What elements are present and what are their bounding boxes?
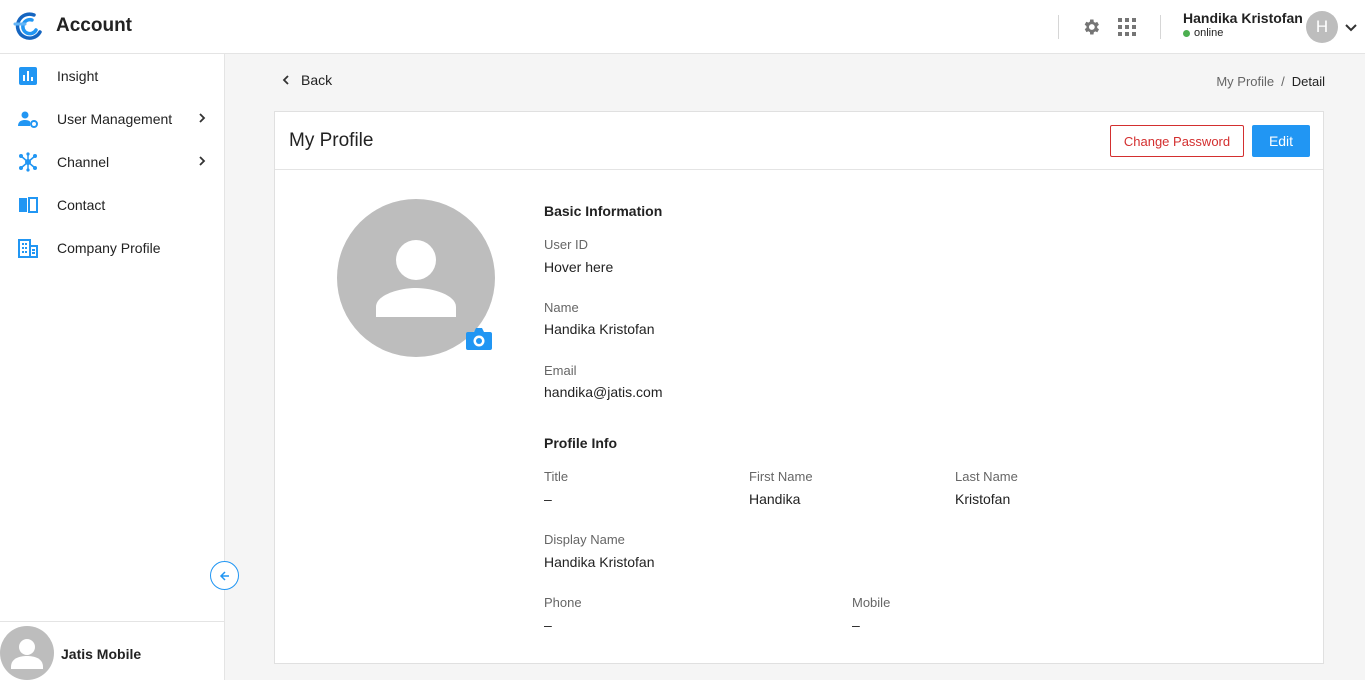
sidebar-item-contact[interactable]: Contact — [0, 183, 224, 226]
user-status: online — [1183, 27, 1223, 39]
display-name-label: Display Name — [544, 532, 625, 547]
collapse-sidebar-button[interactable] — [210, 561, 239, 590]
title-label: Title — [544, 469, 569, 484]
sidebar-item-insight[interactable]: Insight — [0, 54, 224, 97]
settings-gear-icon[interactable] — [1081, 17, 1101, 37]
user-id-value[interactable]: Hover here — [544, 259, 613, 275]
breadcrumb: My Profile / Detail — [1216, 74, 1325, 89]
sidebar-item-label: Insight — [57, 67, 99, 84]
hub-icon — [19, 152, 37, 172]
breadcrumb-item-detail: Detail — [1291, 74, 1325, 89]
card-header: My Profile Change Password Edit — [275, 112, 1323, 170]
display-name-value: Handika Kristofan — [544, 554, 655, 570]
sidebar-item-label: Contact — [57, 196, 106, 213]
first-name-label: First Name — [749, 469, 813, 484]
basic-information-heading: Basic Information — [544, 203, 663, 219]
last-name-label: Last Name — [955, 469, 1018, 484]
arrow-left-icon — [219, 570, 229, 581]
app-logo-icon — [13, 12, 42, 40]
org-name: Jatis Mobile — [61, 646, 142, 662]
last-name-value: Kristofan — [955, 491, 1011, 507]
building-icon — [18, 239, 38, 258]
user-id-label: User ID — [544, 237, 589, 252]
email-label: Email — [544, 363, 577, 378]
name-label: Name — [544, 300, 579, 315]
mobile-label: Mobile — [852, 595, 891, 610]
user-avatar[interactable]: H — [1306, 11, 1338, 43]
sidebar-item-channel[interactable]: Channel — [0, 140, 224, 183]
bar-chart-icon — [19, 67, 37, 85]
sidebar-item-company-profile[interactable]: Company Profile — [0, 226, 224, 269]
sidebar: Insight User Management Channel Contact — [0, 54, 225, 680]
phone-value: – — [544, 617, 552, 633]
camera-icon[interactable] — [465, 326, 493, 352]
change-password-button[interactable]: Change Password — [1110, 125, 1244, 157]
email-value: handika@jatis.com — [544, 384, 663, 400]
sidebar-item-label: Company Profile — [57, 239, 161, 256]
chevron-down-icon[interactable] — [1344, 20, 1358, 34]
person-icon — [11, 639, 43, 669]
breadcrumb-item-my-profile[interactable]: My Profile — [1216, 74, 1274, 89]
header-user-name[interactable]: Handika Kristofan — [1183, 10, 1303, 26]
mobile-value: – — [852, 617, 860, 633]
page-title: My Profile — [289, 130, 374, 151]
back-button[interactable]: Back — [281, 72, 332, 88]
name-value: Handika Kristofan — [544, 321, 655, 337]
chevron-right-icon — [199, 156, 206, 166]
profile-card: My Profile Change Password Edit Basic In… — [274, 111, 1324, 664]
user-status-label: online — [1194, 27, 1224, 39]
profile-info-heading: Profile Info — [544, 435, 618, 451]
edit-button[interactable]: Edit — [1252, 125, 1310, 157]
online-status-dot-icon — [1183, 29, 1190, 37]
app-title: Account — [56, 15, 132, 36]
phone-label: Phone — [544, 595, 582, 610]
sidebar-item-label: Channel — [57, 153, 110, 170]
apps-grid-icon[interactable] — [1118, 18, 1136, 36]
first-name-value: Handika — [749, 491, 801, 507]
top-header: Account Handika Kristofan online H — [0, 0, 1365, 54]
breadcrumb-separator: / — [1281, 74, 1285, 89]
org-avatar — [0, 626, 54, 680]
chevron-right-icon — [199, 113, 206, 123]
header-divider — [1160, 15, 1161, 39]
sidebar-item-label: User Management — [57, 110, 173, 127]
sidebar-item-user-management[interactable]: User Management — [0, 97, 224, 140]
chevron-left-icon — [282, 75, 289, 85]
title-value: – — [544, 491, 552, 507]
book-icon — [19, 197, 38, 213]
user-gear-icon — [18, 111, 38, 128]
back-label: Back — [301, 72, 333, 88]
sidebar-footer: Jatis Mobile — [0, 621, 224, 680]
header-divider — [1058, 15, 1059, 39]
